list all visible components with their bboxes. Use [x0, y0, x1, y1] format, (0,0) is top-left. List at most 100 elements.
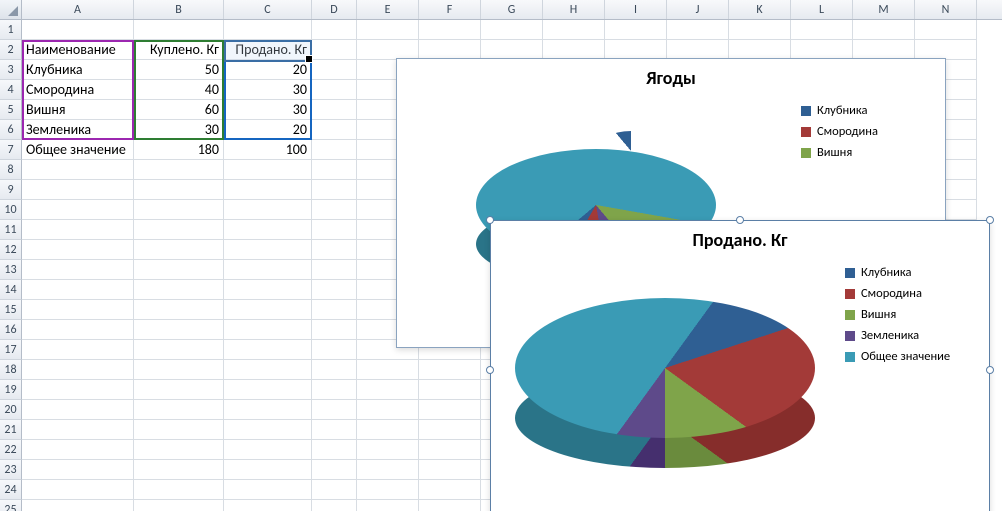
cell[interactable]: [134, 420, 224, 440]
cell[interactable]: [22, 420, 134, 440]
cell[interactable]: [134, 320, 224, 340]
cell[interactable]: [22, 220, 134, 240]
cell[interactable]: [22, 380, 134, 400]
row-header[interactable]: 19: [0, 380, 22, 400]
row-header[interactable]: 21: [0, 420, 22, 440]
row-header[interactable]: 1: [0, 20, 22, 40]
col-header-M[interactable]: M: [853, 0, 915, 19]
cell[interactable]: [224, 340, 312, 360]
cell[interactable]: [22, 340, 134, 360]
cell[interactable]: [22, 160, 134, 180]
cell[interactable]: [22, 20, 134, 40]
cell[interactable]: 50: [134, 60, 224, 80]
cell[interactable]: [481, 20, 543, 40]
row-header[interactable]: 23: [0, 460, 22, 480]
cell[interactable]: 100: [224, 140, 312, 160]
select-all-corner[interactable]: [0, 0, 22, 19]
cell[interactable]: [357, 20, 419, 40]
cell[interactable]: [312, 200, 357, 220]
cell[interactable]: [22, 480, 134, 500]
cell[interactable]: [134, 220, 224, 240]
cell[interactable]: 180: [134, 140, 224, 160]
cell[interactable]: [312, 340, 357, 360]
cell[interactable]: [224, 300, 312, 320]
row-header[interactable]: 11: [0, 220, 22, 240]
row-header[interactable]: 25: [0, 500, 22, 511]
cell[interactable]: [605, 40, 667, 60]
cell[interactable]: [312, 260, 357, 280]
resize-handle[interactable]: [986, 366, 994, 374]
cell[interactable]: [224, 200, 312, 220]
cell[interactable]: 60: [134, 100, 224, 120]
cell[interactable]: [667, 20, 729, 40]
cell[interactable]: [224, 440, 312, 460]
cell[interactable]: [853, 20, 915, 40]
cell[interactable]: Наименование: [22, 40, 134, 60]
cell[interactable]: [224, 400, 312, 420]
row-header[interactable]: 16: [0, 320, 22, 340]
resize-handle[interactable]: [486, 216, 494, 224]
cell[interactable]: [357, 40, 419, 60]
cell[interactable]: [357, 420, 419, 440]
cell[interactable]: Вишня: [22, 100, 134, 120]
cell[interactable]: [419, 360, 481, 380]
cell[interactable]: [224, 20, 312, 40]
cell[interactable]: [357, 480, 419, 500]
cell[interactable]: [419, 40, 481, 60]
cell[interactable]: [312, 240, 357, 260]
row-header[interactable]: 4: [0, 80, 22, 100]
cell[interactable]: [419, 400, 481, 420]
row-header[interactable]: 6: [0, 120, 22, 140]
cell[interactable]: [312, 460, 357, 480]
cell[interactable]: [543, 40, 605, 60]
row-header[interactable]: 14: [0, 280, 22, 300]
col-header-A[interactable]: A: [22, 0, 134, 19]
cell[interactable]: [224, 280, 312, 300]
cell[interactable]: [224, 160, 312, 180]
cell[interactable]: [22, 460, 134, 480]
cell[interactable]: Клубника: [22, 60, 134, 80]
cell[interactable]: [915, 20, 977, 40]
cell[interactable]: [312, 220, 357, 240]
cell[interactable]: [915, 40, 977, 60]
row-header[interactable]: 7: [0, 140, 22, 160]
cell[interactable]: [134, 460, 224, 480]
cell[interactable]: [312, 420, 357, 440]
col-header-N[interactable]: N: [915, 0, 977, 19]
row-header[interactable]: 17: [0, 340, 22, 360]
cell[interactable]: [312, 360, 357, 380]
col-header-L[interactable]: L: [791, 0, 853, 19]
cell[interactable]: [791, 20, 853, 40]
row-header[interactable]: 9: [0, 180, 22, 200]
col-header-B[interactable]: B: [134, 0, 224, 19]
col-header-H[interactable]: H: [543, 0, 605, 19]
cell[interactable]: [312, 60, 357, 80]
row-header[interactable]: 24: [0, 480, 22, 500]
col-header-F[interactable]: F: [419, 0, 481, 19]
cell[interactable]: 30: [224, 100, 312, 120]
cell[interactable]: [134, 440, 224, 460]
cell[interactable]: [312, 80, 357, 100]
col-header-I[interactable]: I: [605, 0, 667, 19]
row-header[interactable]: 12: [0, 240, 22, 260]
cell[interactable]: [22, 500, 134, 511]
cell[interactable]: [791, 40, 853, 60]
cell[interactable]: [224, 480, 312, 500]
cell[interactable]: [312, 100, 357, 120]
col-header-K[interactable]: K: [729, 0, 791, 19]
row-header[interactable]: 18: [0, 360, 22, 380]
cell[interactable]: Общее значение: [22, 140, 134, 160]
cell[interactable]: [22, 400, 134, 420]
cell[interactable]: [357, 460, 419, 480]
cell[interactable]: [134, 260, 224, 280]
cell[interactable]: [312, 120, 357, 140]
cell[interactable]: Продано. Кг: [224, 40, 312, 60]
row-header[interactable]: 2: [0, 40, 22, 60]
cell[interactable]: [357, 500, 419, 511]
cell[interactable]: [419, 480, 481, 500]
cell[interactable]: [22, 260, 134, 280]
cell[interactable]: [357, 380, 419, 400]
cell[interactable]: [22, 180, 134, 200]
cell[interactable]: [224, 460, 312, 480]
cell[interactable]: [312, 440, 357, 460]
